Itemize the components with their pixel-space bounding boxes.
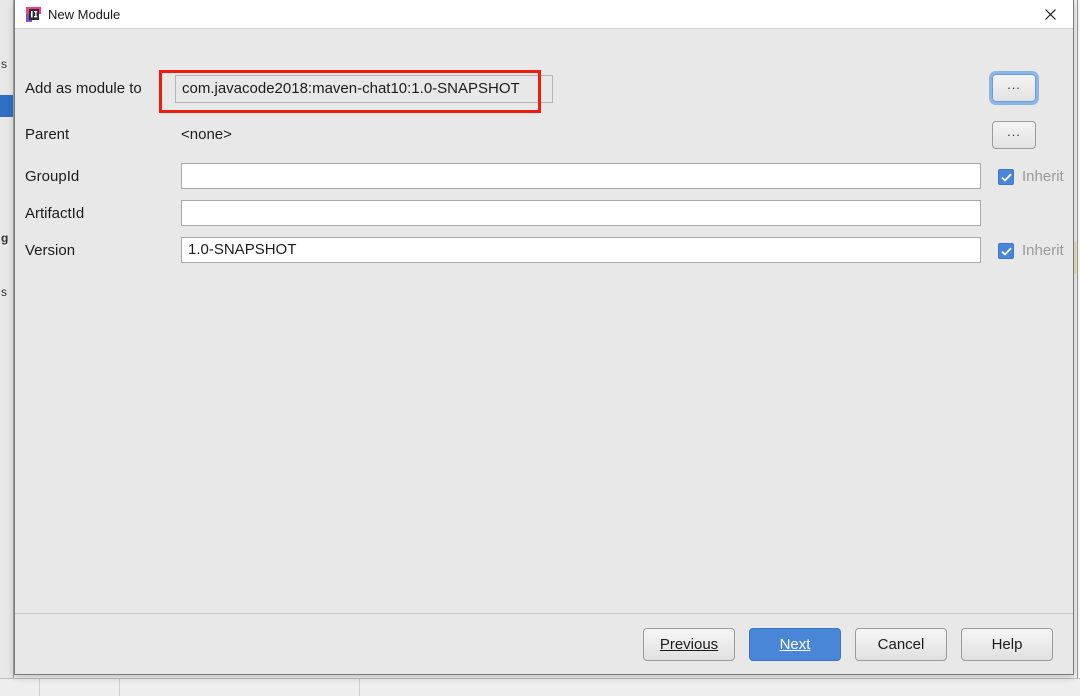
label-parent: Parent xyxy=(25,126,70,143)
dialog-title: New Module xyxy=(48,7,121,22)
label-groupid: GroupId xyxy=(25,168,80,185)
browse-button-parent[interactable]: ... xyxy=(992,121,1036,149)
background-selected-row xyxy=(0,95,13,117)
ellipsis-icon: ... xyxy=(1007,124,1021,139)
groupid-input[interactable] xyxy=(181,163,981,189)
screen-root: s g s New Module Add as module to com.ja… xyxy=(0,0,1080,696)
label-add-as-module-to: Add as module to xyxy=(25,80,142,97)
checkmark-icon xyxy=(998,243,1014,259)
cancel-button[interactable]: Cancel xyxy=(855,628,947,661)
dialog-body: Add as module to com.javacode2018:maven-… xyxy=(15,29,1073,644)
ellipsis-icon: ... xyxy=(1007,77,1021,92)
background-fragment-3: s xyxy=(1,285,7,299)
parent-value: <none> xyxy=(181,126,232,143)
background-left-panel: s g s xyxy=(0,0,14,678)
background-fragment-1: s xyxy=(1,57,7,71)
groupid-inherit-checkbox[interactable]: Inherit xyxy=(998,167,1064,187)
dialog-titlebar: New Module xyxy=(15,0,1073,29)
help-button[interactable]: Help xyxy=(961,628,1053,661)
close-icon[interactable] xyxy=(1027,0,1073,28)
intellij-idea-icon xyxy=(26,7,41,22)
new-module-dialog: New Module Add as module to com.javacode… xyxy=(14,0,1074,675)
cancel-button-label: Cancel xyxy=(877,636,925,653)
previous-button-label: Previous xyxy=(659,636,719,653)
version-input[interactable]: 1.0-SNAPSHOT xyxy=(181,237,981,263)
background-status-tab-1 xyxy=(0,679,40,696)
background-fragment-2: g xyxy=(1,231,9,245)
browse-button-add-as-module-to[interactable]: ... xyxy=(992,74,1036,102)
help-button-label: Help xyxy=(991,636,1023,653)
label-artifactid: ArtifactId xyxy=(25,205,85,222)
next-button[interactable]: Next xyxy=(749,628,841,661)
dialog-footer: Previous Next Cancel Help xyxy=(15,613,1073,674)
version-inherit-label: Inherit xyxy=(1022,242,1064,259)
background-status-tab-2 xyxy=(40,679,120,696)
next-button-label: Next xyxy=(779,636,811,653)
groupid-inherit-label: Inherit xyxy=(1022,168,1064,185)
background-status-tab-3 xyxy=(120,679,360,696)
version-inherit-checkbox[interactable]: Inherit xyxy=(998,241,1064,261)
label-version: Version xyxy=(25,242,76,259)
previous-button[interactable]: Previous xyxy=(643,628,735,661)
add-as-module-to-value[interactable]: com.javacode2018:maven-chat10:1.0-SNAPSH… xyxy=(175,75,553,103)
artifactid-input[interactable] xyxy=(181,200,981,226)
checkmark-icon xyxy=(998,169,1014,185)
